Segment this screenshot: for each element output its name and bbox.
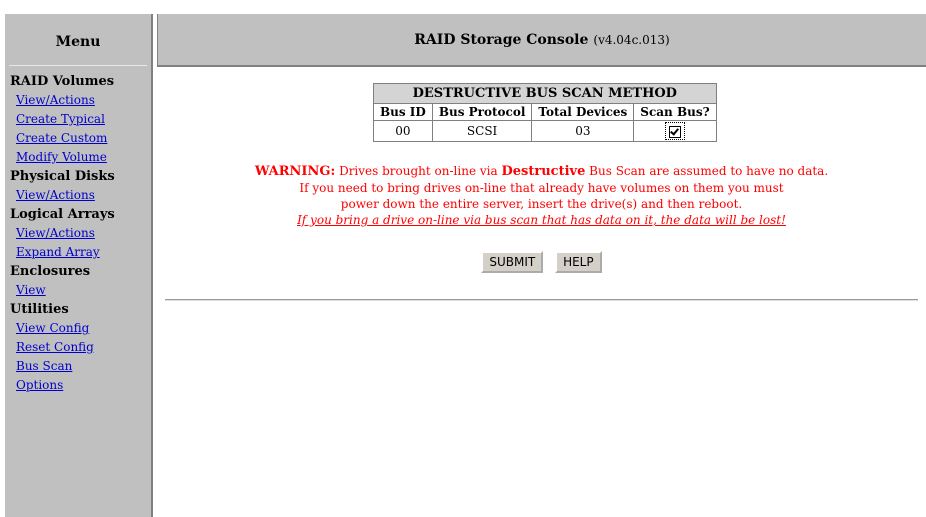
options-link[interactable]: Options bbox=[5, 376, 151, 395]
warning-line1-pre: Drives brought on-line via bbox=[339, 164, 498, 178]
enclosures-view-link[interactable]: View bbox=[5, 281, 151, 300]
warning-message: WARNING: Drives brought on-line via Dest… bbox=[157, 163, 926, 228]
modify-volume-link[interactable]: Modify Volume bbox=[5, 148, 151, 167]
section-enclosures: Enclosures bbox=[10, 264, 91, 279]
scan-bus-checkbox[interactable] bbox=[664, 122, 685, 140]
warning-line2: If you need to bring drives on-line that… bbox=[299, 181, 784, 195]
warning-label: WARNING: bbox=[254, 164, 336, 179]
column-header-bus-protocol: Bus Protocol bbox=[432, 104, 532, 120]
expand-array-link[interactable]: Expand Array bbox=[5, 243, 151, 262]
version-label: (v4.04c.013) bbox=[593, 32, 670, 47]
create-typical-link[interactable]: Create Typical bbox=[5, 110, 151, 129]
column-header-total-devices: Total Devices bbox=[532, 104, 634, 120]
help-button[interactable]: HELP bbox=[555, 251, 602, 273]
button-row: SUBMIT HELP bbox=[157, 251, 926, 273]
column-header-scan-bus: Scan Bus? bbox=[634, 104, 716, 120]
warning-destructive: Destructive bbox=[501, 164, 586, 179]
bus-scan-table: DESTRUCTIVE BUS SCAN METHOD Bus ID Bus P… bbox=[373, 83, 717, 142]
section-logical-arrays: Logical Arrays bbox=[10, 207, 115, 222]
table-row: 00 SCSI 03 bbox=[374, 121, 716, 141]
scan-bus-cell bbox=[634, 121, 716, 141]
bus-protocol-cell: SCSI bbox=[432, 121, 532, 141]
physical-disks-view-actions-link[interactable]: View/Actions bbox=[5, 186, 151, 205]
menu-divider bbox=[9, 65, 147, 66]
submit-button[interactable]: SUBMIT bbox=[481, 251, 544, 273]
sidebar-menu: Menu RAID Volumes View/Actions Create Ty… bbox=[5, 14, 153, 517]
page-title: RAID Storage Console bbox=[414, 31, 589, 48]
bus-scan-link[interactable]: Bus Scan bbox=[5, 357, 151, 376]
section-physical-disks: Physical Disks bbox=[10, 169, 115, 184]
checkmark-icon bbox=[668, 125, 681, 138]
table-caption: DESTRUCTIVE BUS SCAN METHOD bbox=[374, 84, 716, 103]
content-divider bbox=[165, 299, 918, 301]
view-config-link[interactable]: View Config bbox=[5, 319, 151, 338]
warning-data-lost: If you bring a drive on-line via bus sca… bbox=[297, 213, 786, 227]
bus-id-cell: 00 bbox=[374, 121, 432, 141]
raid-volumes-view-actions-link[interactable]: View/Actions bbox=[5, 91, 151, 110]
warning-line3: power down the entire server, insert the… bbox=[340, 197, 743, 211]
page-header: RAID Storage Console (v4.04c.013) bbox=[157, 14, 926, 67]
total-devices-cell: 03 bbox=[532, 121, 634, 141]
section-raid-volumes: RAID Volumes bbox=[10, 74, 115, 89]
warning-line1-post: Bus Scan are assumed to have no data. bbox=[589, 164, 829, 178]
menu-title: Menu bbox=[55, 34, 101, 50]
main-content: DESTRUCTIVE BUS SCAN METHOD Bus ID Bus P… bbox=[157, 67, 926, 517]
create-custom-link[interactable]: Create Custom bbox=[5, 129, 151, 148]
section-utilities: Utilities bbox=[10, 302, 69, 317]
column-header-bus-id: Bus ID bbox=[374, 104, 432, 120]
logical-arrays-view-actions-link[interactable]: View/Actions bbox=[5, 224, 151, 243]
reset-config-link[interactable]: Reset Config bbox=[5, 338, 151, 357]
